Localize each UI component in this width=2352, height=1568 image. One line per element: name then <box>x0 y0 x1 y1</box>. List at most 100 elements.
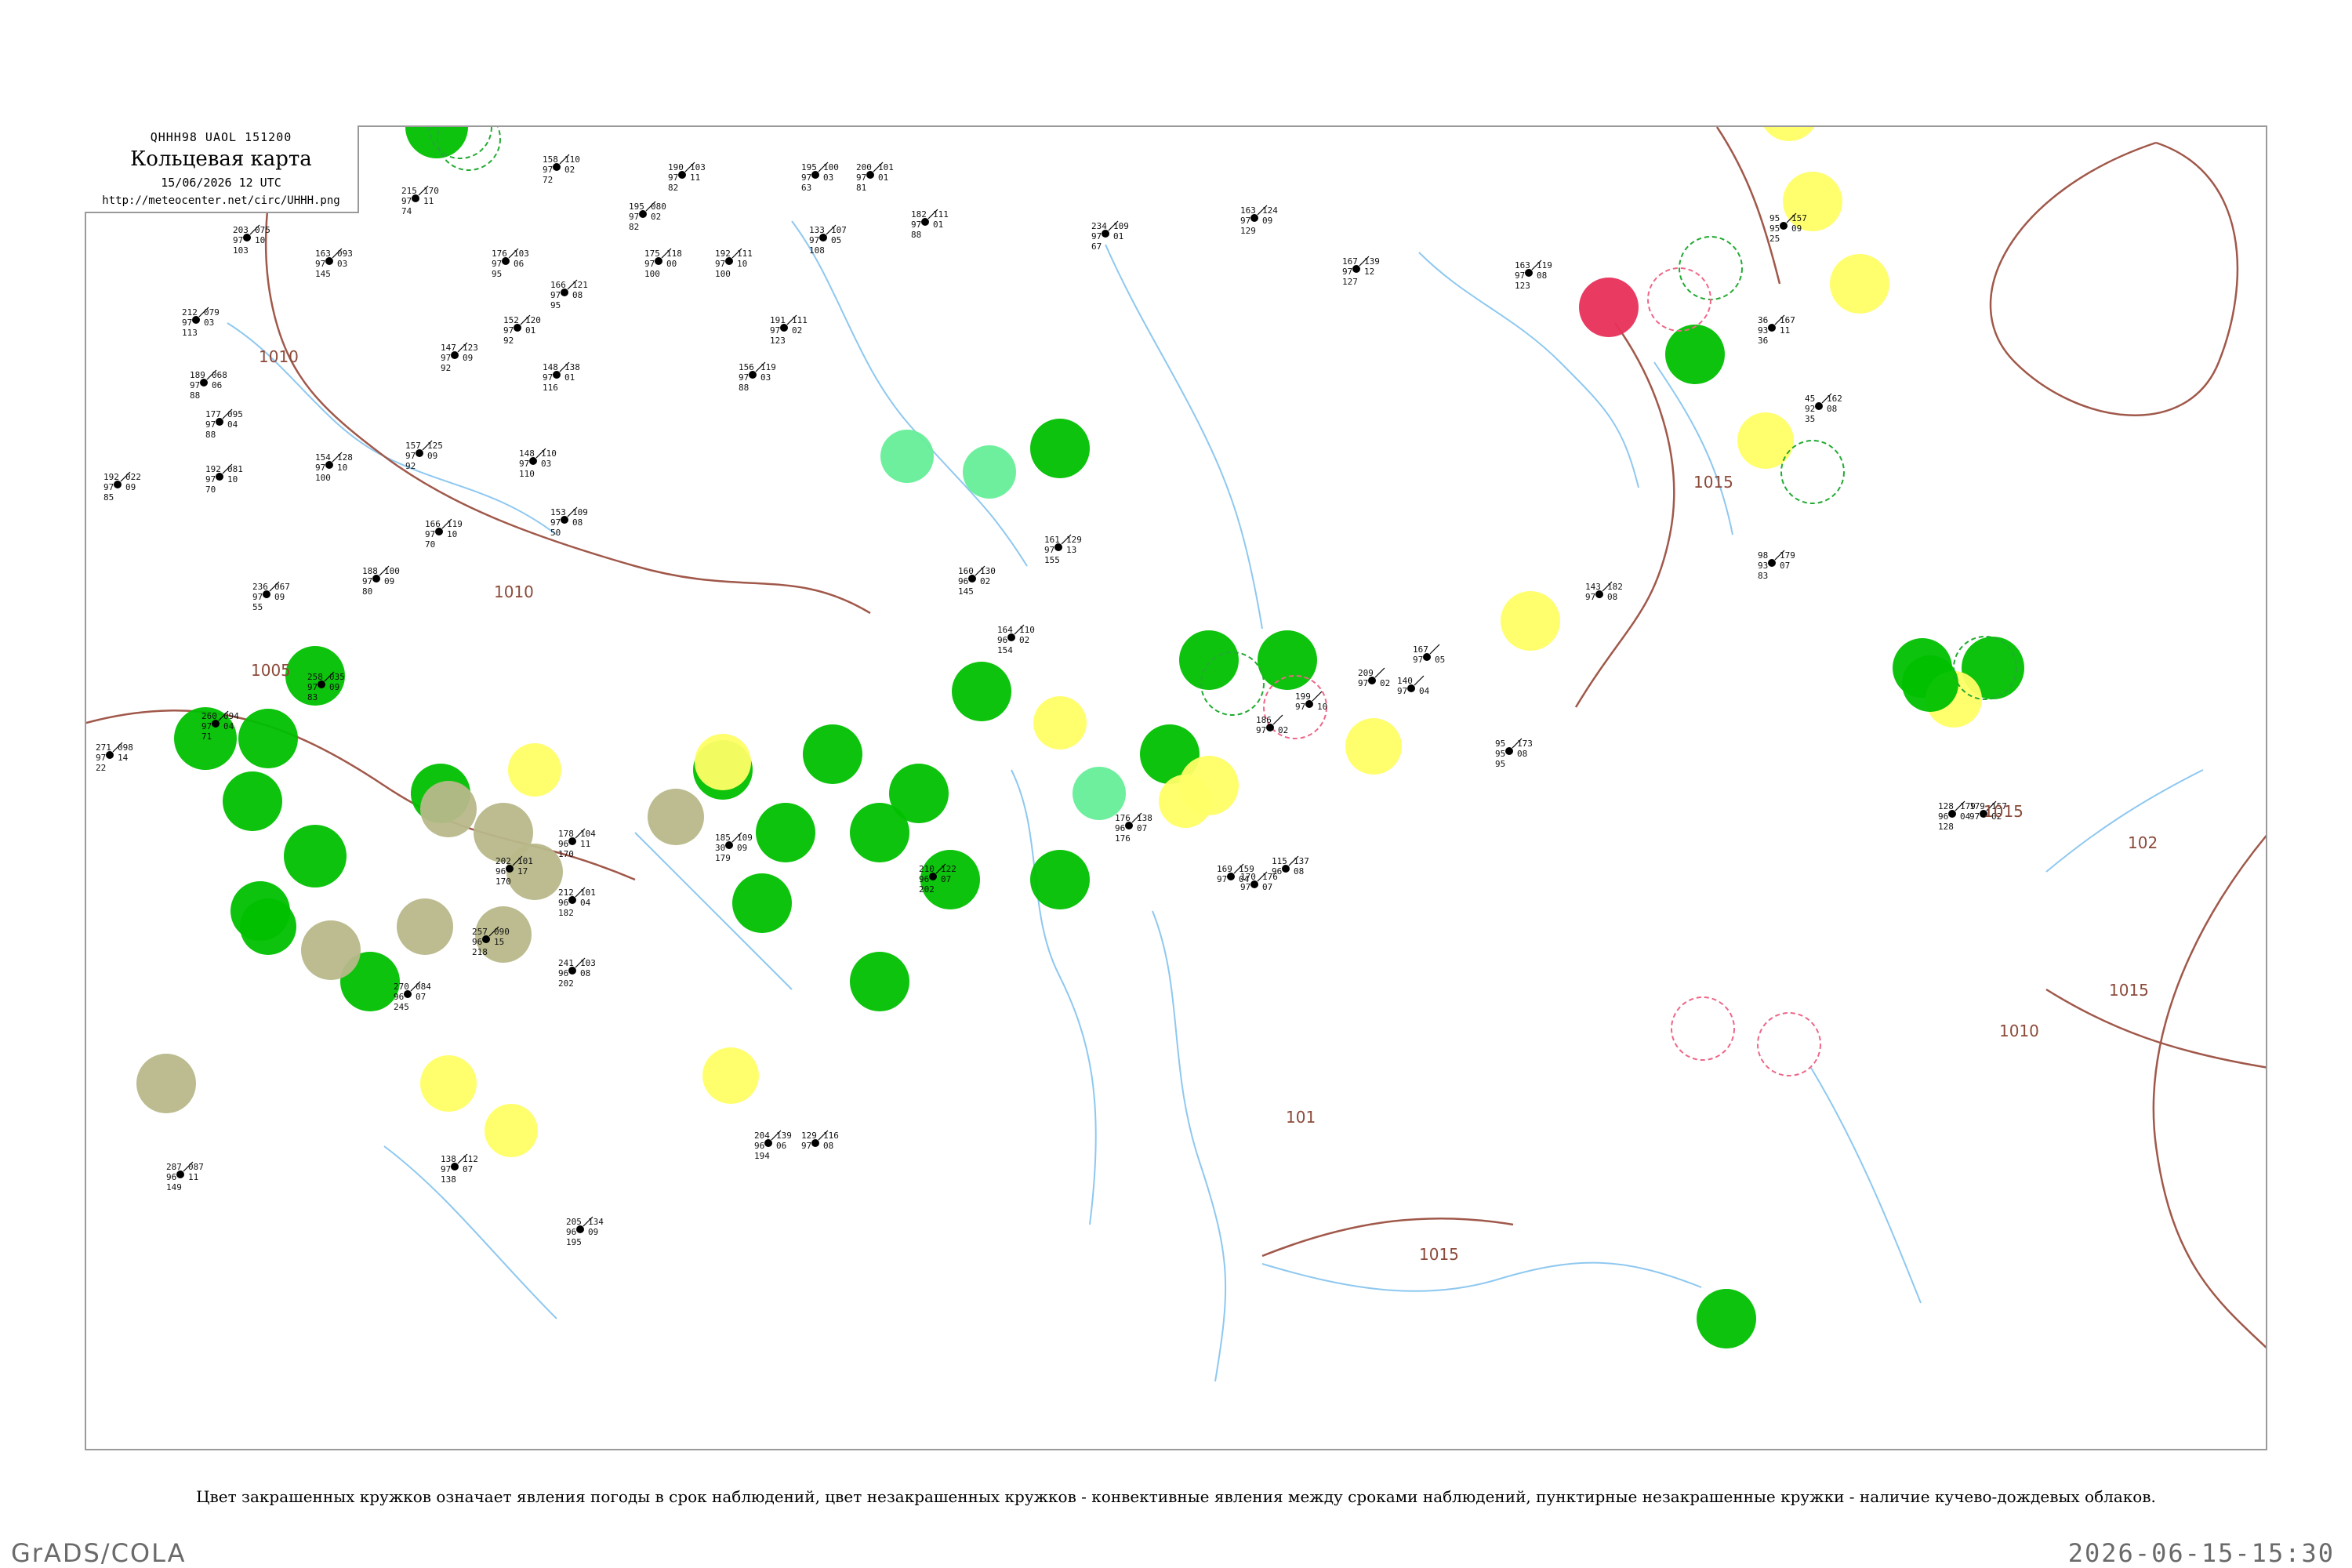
station-plot[interactable]: 16397145 09303 <box>315 248 353 279</box>
station-plot[interactable]: 16397129 12409 <box>1240 205 1278 236</box>
station-plot[interactable]: 2369755 06709 <box>252 581 290 612</box>
station-plot[interactable]: 28796149 08711 <box>166 1161 204 1192</box>
station-plot[interactable]: 19197123 11102 <box>770 314 808 346</box>
station-plot[interactable]: 1479792 12309 <box>441 342 478 373</box>
station-plot[interactable]: 1889780 10009 <box>362 565 400 597</box>
station-plot[interactable]: 1529792 12001 <box>503 314 541 346</box>
wind-barb-icon <box>1414 675 1425 686</box>
station-plot[interactable]: 16397123 11908 <box>1515 260 1552 291</box>
station-plot[interactable]: 17597100 11800 <box>644 248 682 279</box>
station-plot[interactable]: 1899788 06806 <box>190 369 227 401</box>
isobar-label: 1015 <box>1693 473 1733 492</box>
station-value: 094 <box>223 711 239 721</box>
station-plot[interactable]: 1959782 08002 <box>629 201 666 232</box>
station-value: 110 <box>1019 625 1035 635</box>
station-plot[interactable]: 16797 05 <box>1413 644 1445 665</box>
station-value: 100 <box>644 269 660 279</box>
station-plot[interactable]: 1909782 10311 <box>668 162 706 193</box>
station-value: 97 <box>801 1141 811 1151</box>
station-value: 97 <box>644 259 655 269</box>
station-plot[interactable]: 459235 16208 <box>1805 393 1842 424</box>
station-plot[interactable]: 19997 10 <box>1295 691 1327 712</box>
station-value: 97 <box>543 372 553 383</box>
station-plot[interactable]: 1829788 11101 <box>911 209 949 240</box>
station-value: 97 <box>550 290 561 300</box>
station-value: 05 <box>1435 655 1445 665</box>
station-plot[interactable]: 14897116 13801 <box>543 361 580 393</box>
station-plot[interactable]: 1929785 02209 <box>103 471 141 503</box>
station-value: 109 <box>572 507 588 517</box>
station-value: 202 <box>558 978 574 989</box>
station-value: 14 <box>118 753 129 763</box>
station-plot[interactable]: 1959763 10003 <box>801 162 839 193</box>
station-plot[interactable]: 21297113 07903 <box>182 307 220 338</box>
station-plot[interactable]: 15497100 12810 <box>315 452 353 483</box>
station-plot[interactable]: 1769795 10306 <box>492 248 529 279</box>
map-header: QHHH98 UAOL 151200 Кольцевая карта 15/06… <box>85 125 359 213</box>
weather-map[interactable]: 158977211002 215977417011 2039710307510 163… <box>86 127 2267 1450</box>
station-plot[interactable]: 14397 18208 <box>1585 581 1623 602</box>
station-value: 177 <box>205 409 221 419</box>
map-url[interactable]: http://meteocenter.net/circ/UHHH.png <box>85 194 358 207</box>
station-plot[interactable]: 12997 11608 <box>801 1130 839 1151</box>
station-value: 25 <box>1769 234 1780 244</box>
station-plot[interactable]: 18530179 10909 <box>715 832 753 863</box>
station-plot[interactable]: 21296182 10104 <box>558 887 596 918</box>
station-plot[interactable]: 20596195 13409 <box>566 1216 604 1247</box>
station-plot[interactable]: 1579792 12509 <box>405 440 443 471</box>
station-value: 109 <box>1113 221 1129 231</box>
station-plot[interactable]: 1929770 08110 <box>205 463 243 495</box>
station-plot[interactable]: 20997 02 <box>1358 667 1390 688</box>
station-plot[interactable]: 18697 02 <box>1256 714 1288 735</box>
station-plot[interactable]: 1669795 12108 <box>550 279 588 310</box>
station-plot[interactable]: 16797127 13912 <box>1342 256 1380 287</box>
river-line <box>1261 1261 1702 1292</box>
station-value: 07 <box>1137 823 1147 833</box>
station-value: 179 <box>1780 550 1795 561</box>
station-value: 108 <box>809 245 825 256</box>
station-plot[interactable]: 1489711011003 <box>519 448 557 479</box>
station-plot[interactable]: 1669770 11910 <box>425 518 463 550</box>
station-value: 129 <box>1066 535 1082 545</box>
station-plot[interactable]: 13897138 11207 <box>441 1153 478 1185</box>
station-value: 09 <box>463 353 473 363</box>
station-plot[interactable]: 2719722 09814 <box>96 742 133 773</box>
station-plot[interactable]: 2009781 10101 <box>856 162 894 193</box>
station-plot[interactable]: 95959517308 <box>1495 738 1533 769</box>
isobar-label: 1005 <box>251 661 291 680</box>
station-plot[interactable]: 1539750 10908 <box>550 506 588 538</box>
station-plot[interactable]: 2159774 17011 <box>401 185 439 216</box>
station-value: 199 <box>1295 691 1311 702</box>
station-value: 170 <box>495 877 511 887</box>
station-value: 080 <box>651 201 666 212</box>
station-value: 098 <box>118 742 133 753</box>
station-value: 03 <box>760 372 771 383</box>
station-plot[interactable]: 16496154 11002 <box>997 624 1035 655</box>
station-plot[interactable]: 16096145 13002 <box>958 565 996 597</box>
station-value: 96 <box>1938 811 1948 822</box>
station-plot[interactable]: 2349767 10901 <box>1091 220 1129 252</box>
station-value: 63 <box>801 183 811 193</box>
station-value: 090 <box>494 927 510 937</box>
station-plot[interactable]: 27096245 08407 <box>394 981 431 1012</box>
cb-cloud-circle <box>1757 1012 1821 1076</box>
isobar-label: 1010 <box>494 583 534 601</box>
station-value: 139 <box>776 1131 792 1141</box>
station-plot[interactable]: 11596 13708 <box>1272 855 1309 877</box>
station-plot[interactable]: 1569788 11903 <box>739 361 776 393</box>
station-value: 125 <box>427 441 443 451</box>
station-plot[interactable]: 13397108 10705 <box>809 224 847 256</box>
station-plot[interactable]: 369336 16711 <box>1758 314 1795 346</box>
station-plot[interactable]: 14097 04 <box>1397 675 1430 696</box>
station-plot[interactable]: 20397103 07510 <box>233 224 270 256</box>
station-plot[interactable]: 19297100 11110 <box>715 248 753 279</box>
station-plot[interactable]: 24196202 10308 <box>558 957 596 989</box>
station-plot[interactable]: 17696176 13807 <box>1115 812 1152 844</box>
station-plot[interactable]: 17896170 10411 <box>558 828 596 859</box>
station-plot[interactable]: 1779788 09504 <box>205 408 243 440</box>
station-plot[interactable]: 1589772 11002 <box>543 154 580 185</box>
station-plot[interactable]: 16197155 12913 <box>1044 534 1082 565</box>
station-plot[interactable]: 20496194 13906 <box>754 1130 792 1161</box>
station-plot[interactable]: 989383 17907 <box>1758 550 1795 581</box>
weather-circle <box>397 898 453 955</box>
